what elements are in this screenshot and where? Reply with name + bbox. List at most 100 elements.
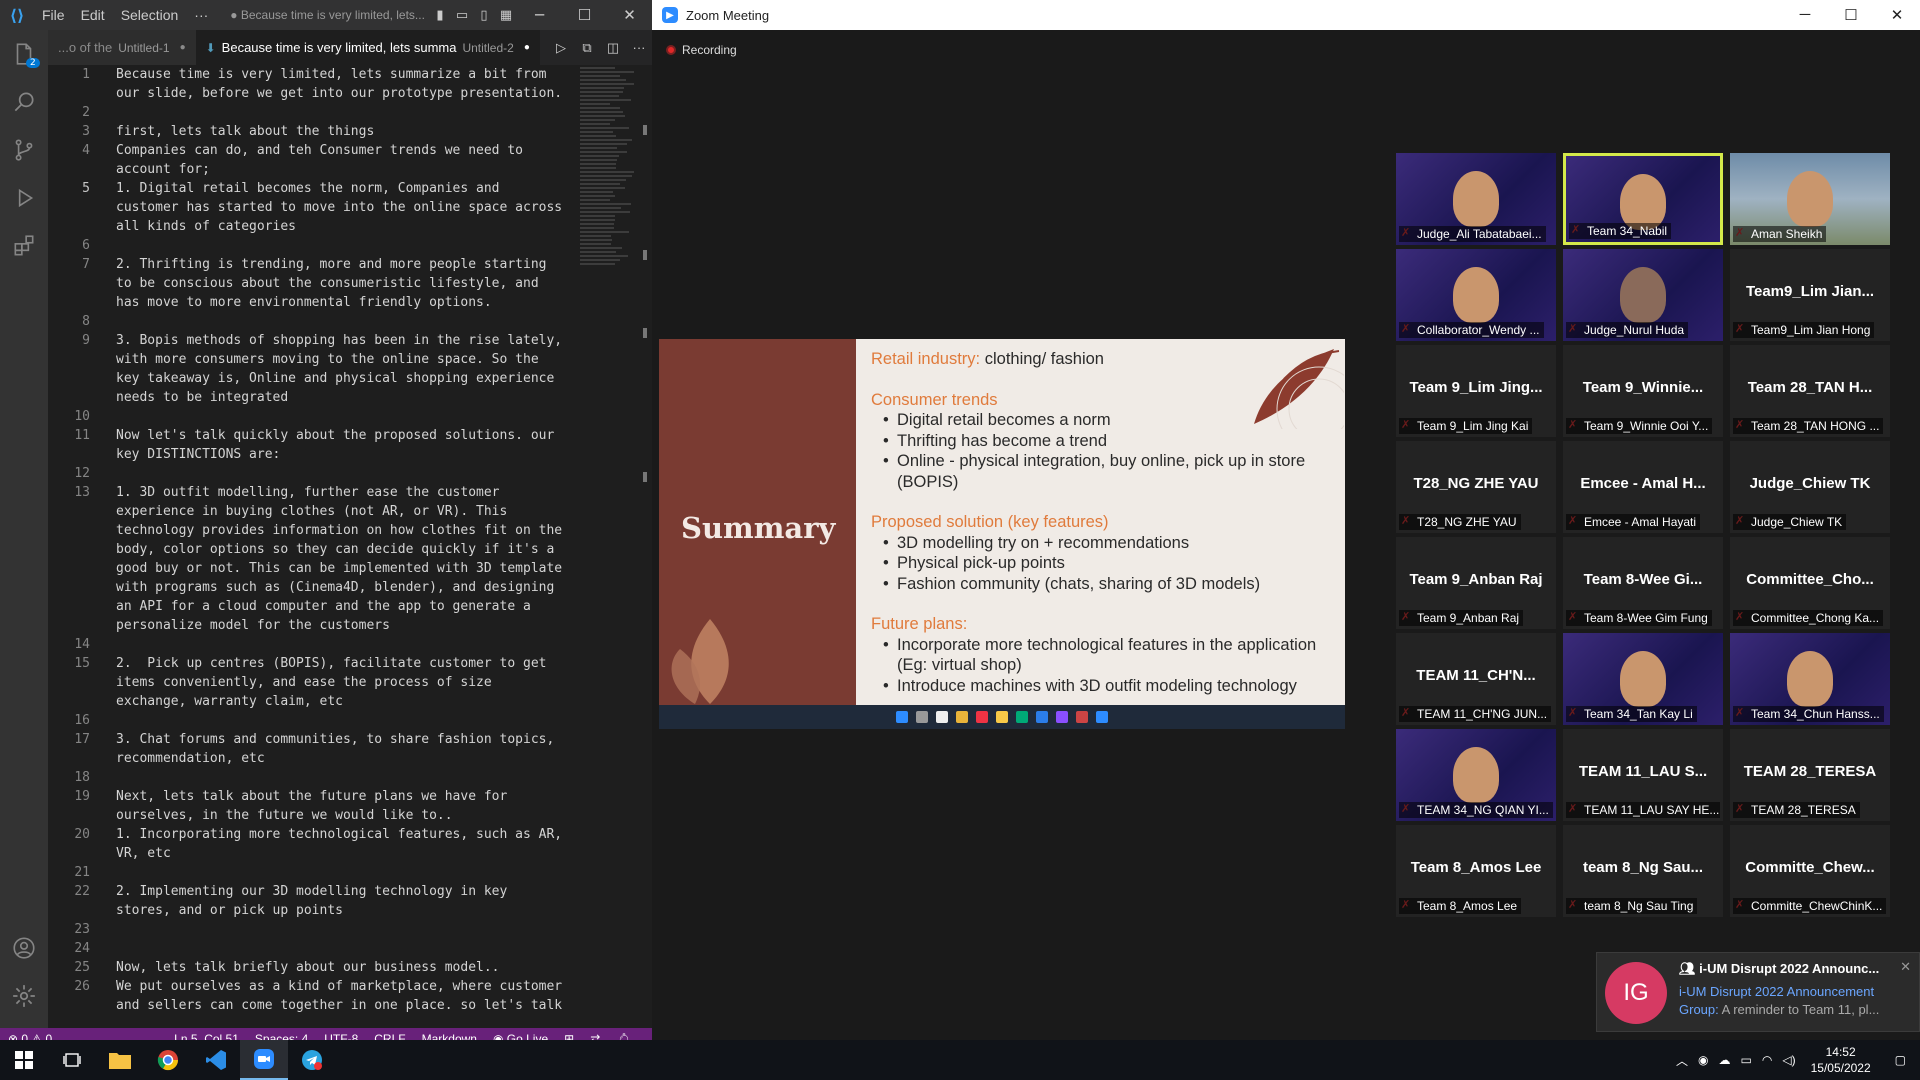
code-line[interactable]: exchange, warranty claim, etc (48, 692, 568, 711)
vscode-icon[interactable] (192, 1040, 240, 1080)
code-line[interactable]: 16 (48, 711, 568, 730)
code-line[interactable]: with programs such as (Cinema4D, blender… (48, 578, 568, 597)
menu-edit[interactable]: Edit (73, 7, 113, 23)
volume-icon[interactable]: ◁) (1777, 1053, 1800, 1067)
more-actions-icon[interactable]: ··· (626, 40, 652, 55)
code-line[interactable]: 10 (48, 407, 568, 426)
participant-tile[interactable]: Judge_Chiew TK✗Judge_Chiew TK (1730, 441, 1890, 533)
menu-selection[interactable]: Selection (113, 7, 187, 23)
customize-layout-icon[interactable]: ▦ (495, 8, 517, 23)
participant-tile[interactable]: Team 8_Amos Lee✗Team 8_Amos Lee (1396, 825, 1556, 917)
toggle-sidebar-icon[interactable]: ▮ (429, 8, 451, 23)
participant-tile[interactable]: TEAM 28_TERESA✗TEAM 28_TERESA (1730, 729, 1890, 821)
participant-tile[interactable]: ✗Team 34_Chun Hanss... (1730, 633, 1890, 725)
code-line[interactable]: items conveniently, and ease the process… (48, 673, 568, 692)
zoom-minimize-button[interactable]: ─ (1782, 6, 1828, 24)
participant-tile[interactable]: team 8_Ng Sau...✗team 8_Ng Sau Ting (1563, 825, 1723, 917)
explorer-icon[interactable]: 2 (0, 30, 48, 78)
code-line[interactable]: 19 Next, lets talk about the future plans… (48, 787, 568, 806)
run-icon[interactable]: ▷ (548, 40, 574, 56)
minimize-button[interactable]: ─ (517, 6, 562, 24)
participant-tile[interactable]: Committee_Cho...✗Committee_Chong Ka... (1730, 537, 1890, 629)
recording-indicator[interactable]: Recording (666, 43, 737, 57)
code-line[interactable]: 13 1. 3D outfit modelling, further ease t… (48, 483, 568, 502)
zoom-icon[interactable] (240, 1040, 288, 1080)
modified-dot-icon[interactable]: ● (180, 42, 186, 53)
participant-tile[interactable]: Team 8-Wee Gi...✗Team 8-Wee Gim Fung (1563, 537, 1723, 629)
clock[interactable]: 14:52 15/05/2022 (1801, 1044, 1881, 1076)
code-line[interactable]: to be conscious about the consumeristic … (48, 274, 568, 293)
discord-icon[interactable]: ◉ (1693, 1053, 1713, 1067)
participant-tile[interactable]: ✗Judge_Ali Tabatabaei... (1396, 153, 1556, 245)
windows-start-icon[interactable] (0, 1040, 48, 1080)
participant-tile[interactable]: ✗Aman Sheikh (1730, 153, 1890, 245)
code-line[interactable]: recommendation, etc (48, 749, 568, 768)
telegram-icon[interactable] (288, 1040, 336, 1080)
code-line[interactable]: 25 Now, lets talk briefly about our busin… (48, 958, 568, 977)
tab-untitled-1[interactable]: ...o of the Untitled-1 ● (48, 30, 196, 65)
code-line[interactable]: 17 3. Chat forums and communities, to sha… (48, 730, 568, 749)
code-line[interactable]: and sellers can come together in one pla… (48, 996, 568, 1015)
wifi-icon[interactable]: ◠ (1757, 1053, 1777, 1067)
code-line[interactable]: ourselves, in the future we would like t… (48, 806, 568, 825)
modified-dot-icon[interactable]: ● (524, 42, 530, 53)
notification-toast[interactable]: IG 👥︎ i-UM Disrupt 2022 Announc... i-UM … (1596, 952, 1920, 1032)
participant-tile[interactable]: ✗Collaborator_Wendy ... (1396, 249, 1556, 341)
close-button[interactable]: ✕ (607, 6, 652, 24)
code-line[interactable]: 9 3. Bopis methods of shopping has been i… (48, 331, 568, 350)
chrome-icon[interactable] (144, 1040, 192, 1080)
account-icon[interactable] (0, 924, 48, 972)
split-editor-icon[interactable]: ◫ (600, 40, 626, 56)
settings-gear-icon[interactable] (0, 972, 48, 1020)
participant-tile[interactable]: Team 9_Winnie...✗Team 9_Winnie Ooi Y... (1563, 345, 1723, 437)
code-line[interactable]: 20 1. Incorporating more technological fe… (48, 825, 568, 844)
code-line[interactable]: technology provides information on how c… (48, 521, 568, 540)
code-line[interactable]: key takeaway is, Online and physical sho… (48, 369, 568, 388)
file-explorer-icon[interactable] (96, 1040, 144, 1080)
code-line[interactable]: 22 2. Implementing our 3D modelling techn… (48, 882, 568, 901)
open-preview-icon[interactable]: ⧉ (574, 40, 600, 56)
code-line[interactable]: VR, etc (48, 844, 568, 863)
participant-tile[interactable]: ✗TEAM 34_NG QIAN YI... (1396, 729, 1556, 821)
shared-screen[interactable]: Summary Retail industry: clothing/ fashi… (659, 339, 1345, 729)
code-line[interactable]: customer has started to move into the on… (48, 198, 568, 217)
menu-file[interactable]: File (34, 7, 73, 23)
source-control-icon[interactable] (0, 126, 48, 174)
onedrive-icon[interactable]: ☁ (1714, 1053, 1736, 1067)
tab-untitled-2[interactable]: ⬇ Because time is very limited, lets sum… (196, 30, 540, 65)
code-line[interactable]: 5 1. Digital retail becomes the norm, Com… (48, 179, 568, 198)
code-line[interactable]: 15 2. Pick up centres (BOPIS), facilitate… (48, 654, 568, 673)
participant-tile[interactable]: Emcee - Amal H...✗Emcee - Amal Hayati (1563, 441, 1723, 533)
code-line[interactable]: 23 (48, 920, 568, 939)
run-debug-icon[interactable] (0, 174, 48, 222)
participant-tile[interactable]: ✗Judge_Nurul Huda (1563, 249, 1723, 341)
code-line[interactable]: all kinds of categories (48, 217, 568, 236)
code-line[interactable]: body, color options so they can decide q… (48, 540, 568, 559)
code-line[interactable]: 7 2. Thrifting is trending, more and more… (48, 255, 568, 274)
code-line[interactable]: key DISTINCTIONS are: (48, 445, 568, 464)
code-line[interactable]: with more consumers moving to the online… (48, 350, 568, 369)
search-icon[interactable] (0, 78, 48, 126)
code-line[interactable]: 26 We put ourselves as a kind of marketpl… (48, 977, 568, 996)
menu-more[interactable]: ··· (186, 7, 216, 23)
code-line[interactable]: good buy or not. This can be implemented… (48, 559, 568, 578)
participant-tile[interactable]: Team 28_TAN H...✗Team 28_TAN HONG ... (1730, 345, 1890, 437)
code-line[interactable]: 2 (48, 103, 568, 122)
close-icon[interactable]: ✕ (1900, 959, 1911, 975)
code-line[interactable]: 14 (48, 635, 568, 654)
code-line[interactable]: account for; (48, 160, 568, 179)
code-line[interactable]: has move to more environmental friendly … (48, 293, 568, 312)
participant-tile[interactable]: Team 9_Lim Jing...✗Team 9_Lim Jing Kai (1396, 345, 1556, 437)
code-line[interactable]: 12 (48, 464, 568, 483)
zoom-maximize-button[interactable]: ☐ (1828, 6, 1874, 24)
code-line[interactable]: needs to be integrated (48, 388, 568, 407)
participant-tile[interactable]: T28_NG ZHE YAU✗T28_NG ZHE YAU (1396, 441, 1556, 533)
participant-tile[interactable]: TEAM 11_LAU S...✗TEAM 11_LAU SAY HE... (1563, 729, 1723, 821)
editor-text-area[interactable]: 1 Because time is very limited, lets summ… (48, 65, 568, 1028)
code-line[interactable]: personalize model for the customers (48, 616, 568, 635)
chevron-up-icon[interactable]: ︿ (1671, 1052, 1693, 1069)
participant-tile[interactable]: Committe_Chew...✗Committe_ChewChinK... (1730, 825, 1890, 917)
maximize-button[interactable]: ☐ (562, 6, 607, 24)
battery-icon[interactable]: ▭ (1736, 1053, 1757, 1067)
code-line[interactable]: 4 Companies can do, and teh Consumer tren… (48, 141, 568, 160)
